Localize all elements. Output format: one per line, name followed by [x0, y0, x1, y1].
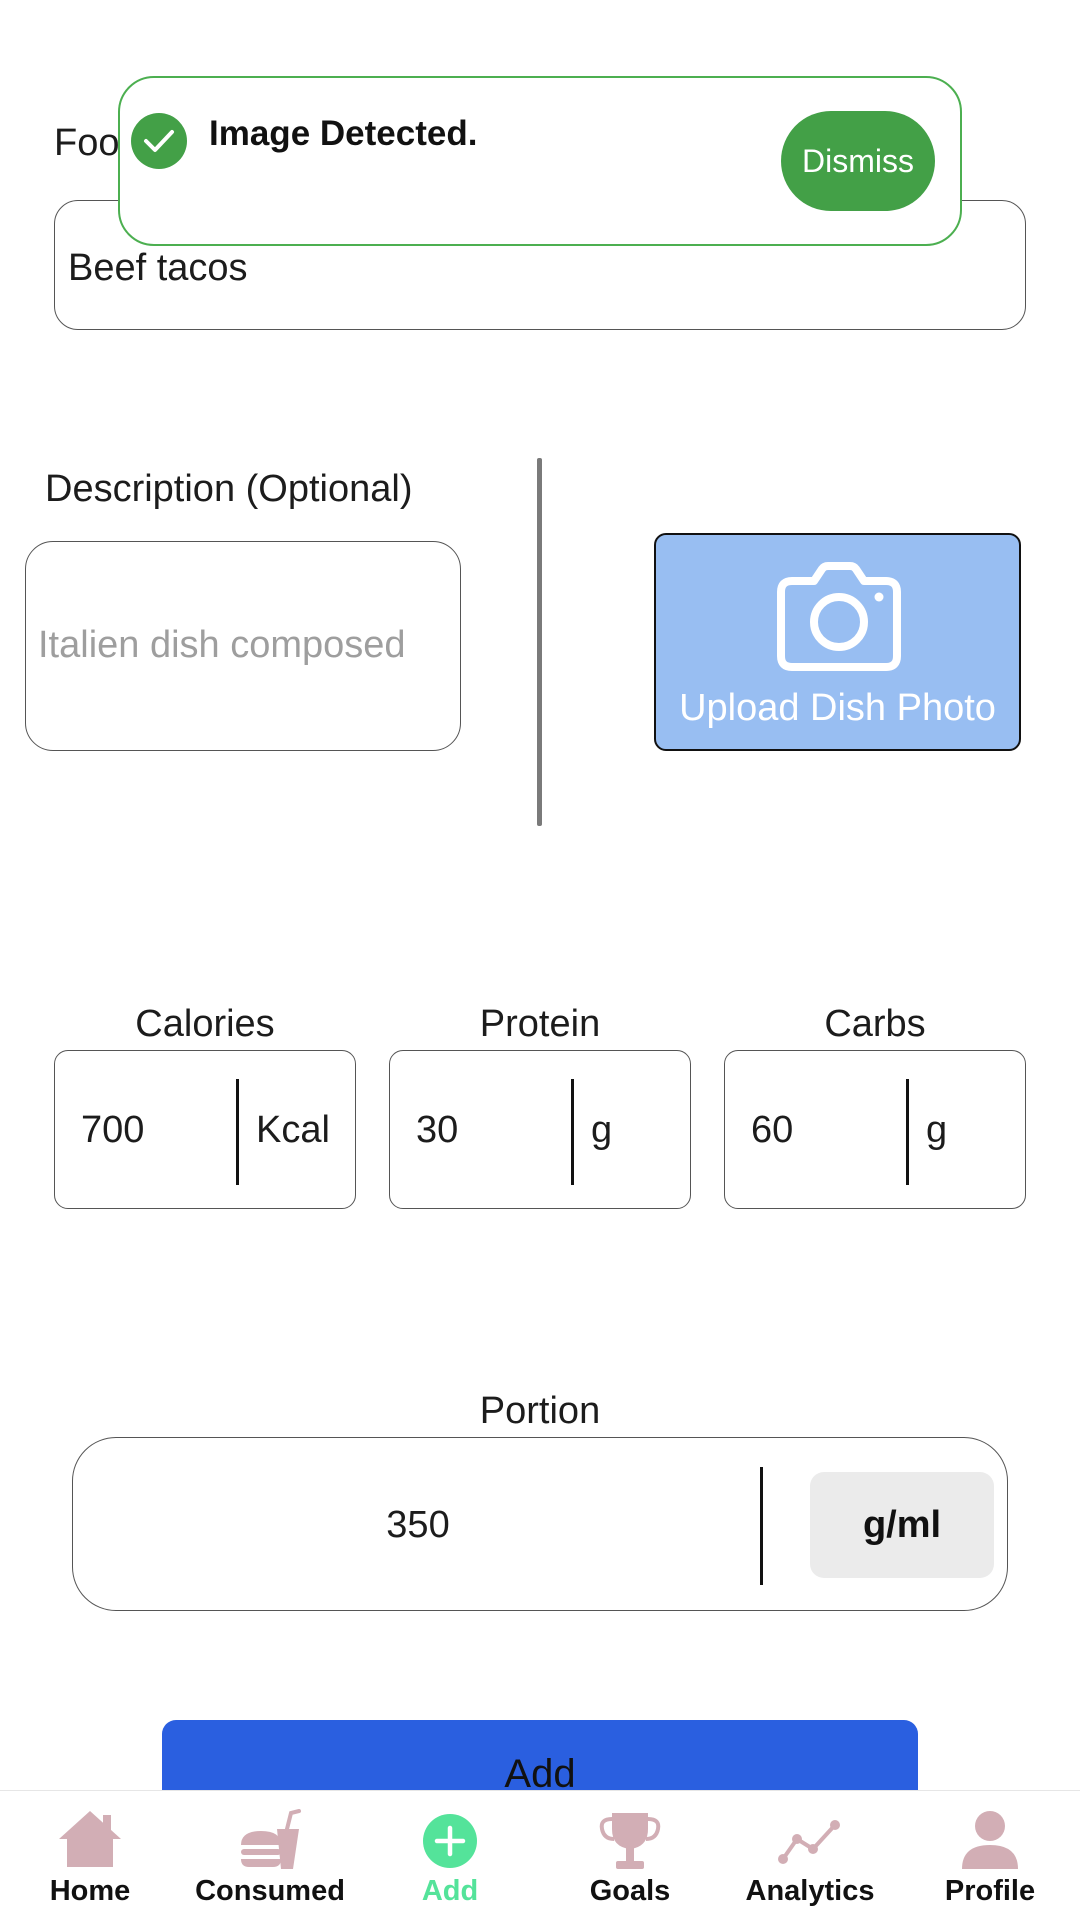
bottom-nav: Home Consumed Add Goals Analytics Profil… — [0, 1790, 1080, 1920]
nav-item-profile[interactable]: Profile — [900, 1791, 1080, 1920]
plus-circle-icon — [423, 1814, 477, 1868]
nav-item-goals[interactable]: Goals — [540, 1791, 720, 1920]
protein-unit: g — [591, 1109, 613, 1151]
trophy-icon — [599, 1813, 661, 1869]
portion-label: Portion — [479, 1390, 601, 1432]
line-chart-icon — [778, 1820, 840, 1864]
carbs-field[interactable]: 60 g — [724, 1050, 1026, 1209]
nav-label-profile: Profile — [944, 1875, 1036, 1907]
toast-message: Image Detected. — [209, 114, 478, 153]
portion-field[interactable]: 350 g/ml — [72, 1437, 1008, 1611]
fast-food-icon — [241, 1809, 301, 1869]
upload-dish-photo-button[interactable]: Upload Dish Photo — [654, 533, 1021, 751]
protein-label: Protein — [479, 1003, 601, 1045]
food-name-label: Foo — [54, 122, 120, 164]
protein-value[interactable]: 30 — [416, 1109, 458, 1152]
field-separator — [571, 1079, 574, 1185]
nav-item-consumed[interactable]: Consumed — [180, 1791, 360, 1920]
field-separator — [236, 1079, 239, 1185]
nav-item-analytics[interactable]: Analytics — [720, 1791, 900, 1920]
calories-value[interactable]: 700 — [81, 1109, 144, 1152]
field-separator — [906, 1079, 909, 1185]
nav-label-goals: Goals — [589, 1875, 671, 1907]
dismiss-button[interactable]: Dismiss — [781, 111, 935, 211]
check-circle-icon — [131, 113, 187, 169]
calories-field[interactable]: 700 Kcal — [54, 1050, 356, 1209]
upload-label: Upload Dish Photo — [679, 687, 996, 729]
description-input[interactable]: Italien dish composed — [25, 541, 461, 751]
calories-unit: Kcal — [256, 1109, 330, 1151]
calories-label: Calories — [135, 1003, 275, 1045]
portion-value[interactable]: 350 — [73, 1504, 763, 1547]
home-icon — [59, 1811, 121, 1867]
nav-label-consumed: Consumed — [195, 1875, 345, 1907]
nav-label-analytics: Analytics — [745, 1875, 875, 1907]
image-detected-toast: Image Detected. Dismiss — [118, 76, 962, 246]
nav-label-home: Home — [49, 1875, 131, 1907]
vertical-divider — [537, 458, 542, 826]
nav-item-home[interactable]: Home — [0, 1791, 180, 1920]
portion-unit-selector[interactable]: g/ml — [810, 1472, 994, 1578]
field-separator — [760, 1467, 763, 1585]
description-label: Description (Optional) — [45, 468, 413, 510]
carbs-unit: g — [926, 1109, 948, 1151]
nav-item-add[interactable]: Add — [360, 1791, 540, 1920]
carbs-value[interactable]: 60 — [751, 1109, 793, 1152]
camera-icon — [777, 562, 901, 671]
nav-label-add: Add — [421, 1875, 479, 1907]
protein-field[interactable]: 30 g — [389, 1050, 691, 1209]
carbs-label: Carbs — [824, 1003, 926, 1045]
person-icon — [962, 1811, 1018, 1869]
